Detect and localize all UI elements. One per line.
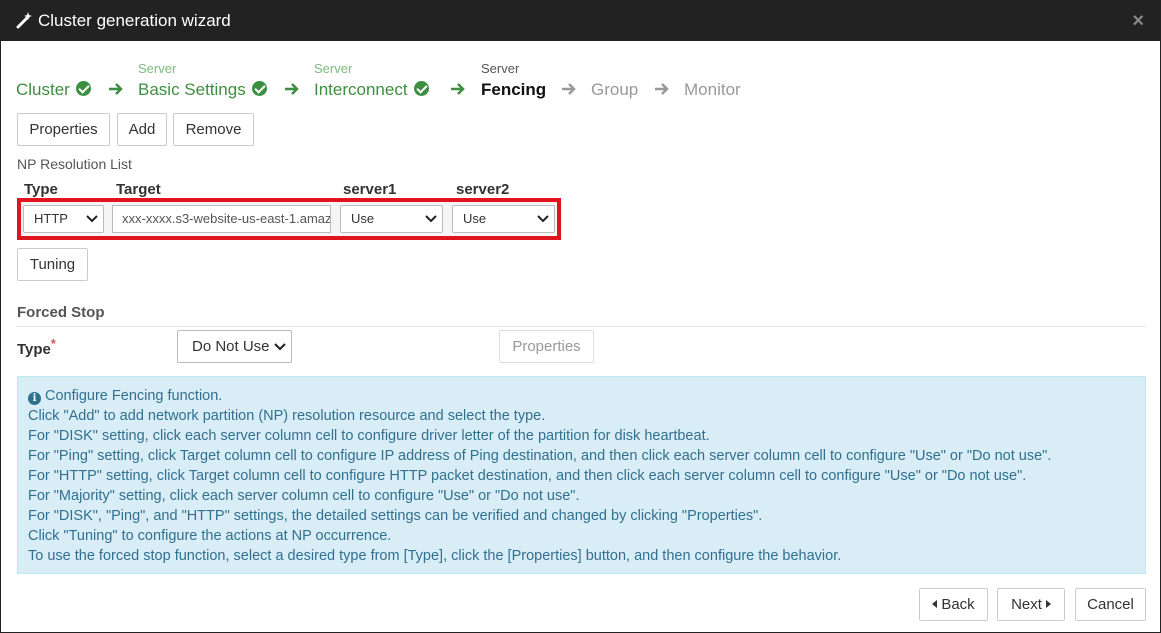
chevron-down-icon xyxy=(274,343,286,351)
next-label: Next xyxy=(1011,596,1042,613)
step-label: Interconnect xyxy=(314,80,408,99)
step-label: Group xyxy=(591,80,639,99)
forced-stop-type-select[interactable]: Do Not Use xyxy=(177,330,292,363)
arrow-right-icon xyxy=(109,83,123,95)
column-header-target: Target xyxy=(116,181,161,198)
server1-select-value: Use xyxy=(351,211,375,226)
column-header-type: Type xyxy=(24,181,58,198)
step-label: Cluster xyxy=(16,80,70,99)
server1-select[interactable]: Use xyxy=(340,205,443,233)
step-sublabel: Server xyxy=(314,61,353,76)
check-circle-icon xyxy=(413,81,429,96)
chevron-down-icon xyxy=(86,215,98,223)
next-button[interactable]: Next xyxy=(997,588,1065,621)
dialog-title: Cluster generation wizard xyxy=(38,11,231,30)
properties-button[interactable]: Properties xyxy=(17,113,110,146)
type-select[interactable]: HTTP xyxy=(23,205,104,233)
info-line: For "HTTP" setting, click Target column … xyxy=(28,468,1027,484)
type-label-text: Type xyxy=(17,341,51,358)
column-header-server2: server2 xyxy=(456,181,510,198)
arrow-right-icon xyxy=(285,83,299,95)
info-line: For "DISK" setting, click each server co… xyxy=(28,428,710,444)
info-line: Configure Fencing function. xyxy=(45,388,223,404)
info-line: Click "Tuning" to configure the actions … xyxy=(28,528,392,544)
back-label: Back xyxy=(941,596,975,613)
arrow-right-icon xyxy=(562,83,576,95)
title-bar: Cluster generation wizard × xyxy=(1,1,1160,41)
check-circle-icon xyxy=(75,81,91,96)
step-sublabel: Server xyxy=(138,61,177,76)
arrow-right-icon xyxy=(451,83,465,95)
chevron-down-icon xyxy=(537,215,549,223)
tuning-button[interactable]: Tuning xyxy=(17,248,88,281)
required-marker: * xyxy=(50,337,56,351)
column-header-server1: server1 xyxy=(343,181,397,198)
info-box: i Configure Fencing function. Click "Add"… xyxy=(17,376,1146,574)
info-line: To use the forced stop function, select … xyxy=(28,548,842,564)
cancel-button[interactable]: Cancel xyxy=(1075,588,1146,621)
magic-wand-icon xyxy=(16,12,32,29)
info-line: For "DISK", "Ping", and "HTTP" settings,… xyxy=(28,508,763,524)
check-circle-icon xyxy=(251,81,267,96)
info-circle-icon: i xyxy=(28,392,41,405)
caret-left-icon xyxy=(932,600,938,608)
step-label: Fencing xyxy=(481,80,547,99)
info-line: For "Ping" setting, click Target column … xyxy=(28,448,1052,464)
back-button[interactable]: Back xyxy=(919,588,988,621)
forced-stop-type-label: Type* xyxy=(17,337,56,358)
step-label: Monitor xyxy=(684,80,741,99)
type-select-value: HTTP xyxy=(34,211,68,226)
wizard-steps: Cluster Server Basic Settings Server Int… xyxy=(16,59,916,103)
info-line: Click "Add" to add network partition (NP… xyxy=(28,408,546,424)
forced-stop-heading: Forced Stop xyxy=(17,304,1146,327)
target-input-value: xxx-xxxx.s3-website-us-east-1.amazonaws.… xyxy=(122,211,331,226)
forced-stop-type-value: Do Not Use xyxy=(192,338,270,355)
server2-select-value: Use xyxy=(463,211,487,226)
chevron-down-icon xyxy=(425,215,437,223)
step-sublabel: Server xyxy=(481,61,520,76)
info-line: For "Majority" setting, click each serve… xyxy=(28,488,580,504)
server2-select[interactable]: Use xyxy=(452,205,555,233)
arrow-right-icon xyxy=(655,83,669,95)
add-button[interactable]: Add xyxy=(117,113,167,146)
target-input[interactable]: xxx-xxxx.s3-website-us-east-1.amazonaws.… xyxy=(112,205,331,233)
np-list-title: NP Resolution List xyxy=(17,156,132,172)
remove-button[interactable]: Remove xyxy=(173,113,254,146)
wizard-dialog: Cluster generation wizard × Cluster Serv… xyxy=(0,0,1161,633)
caret-right-icon xyxy=(1045,600,1051,608)
step-label: Basic Settings xyxy=(138,80,246,99)
close-icon[interactable]: × xyxy=(1132,10,1144,33)
forced-stop-properties-button[interactable]: Properties xyxy=(499,330,594,363)
